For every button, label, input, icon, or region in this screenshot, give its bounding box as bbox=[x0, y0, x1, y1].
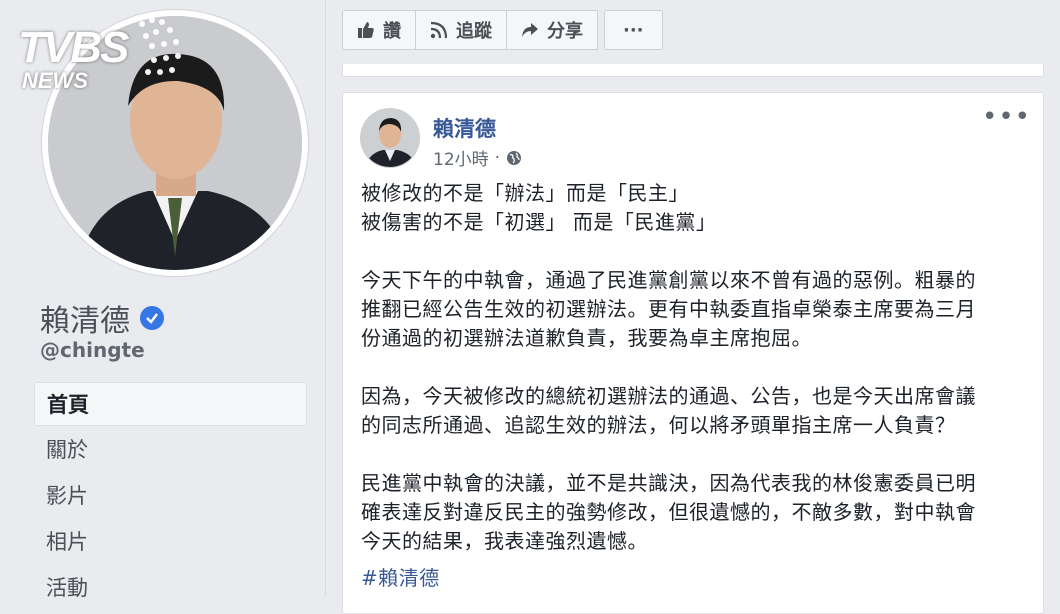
post-line: 推翻已經公告生效的初選辦法。更有中執委直指卓榮泰主席要為三月 bbox=[361, 297, 976, 321]
post-options-icon[interactable]: ••• bbox=[982, 104, 1031, 130]
like-button[interactable]: 讚 bbox=[342, 10, 416, 50]
post-body: 被修改的不是「辦法」而是「民主」 被傷害的不是「初選」 而是「民進黨」 今天下午… bbox=[361, 179, 1031, 593]
author-photo-icon bbox=[361, 109, 419, 167]
post-line: 今天的結果，我表達強烈遺憾。 bbox=[361, 529, 648, 553]
profile-name-row: 賴清德 bbox=[40, 296, 164, 340]
rss-icon bbox=[430, 21, 448, 39]
post-author-name[interactable]: 賴清德 bbox=[433, 113, 496, 143]
profile-nav: 首頁 關於 影片 相片 活動 bbox=[34, 382, 307, 610]
post-line: 被傷害的不是「初選」 而是「民進黨」 bbox=[361, 210, 717, 234]
nav-item-photos[interactable]: 相片 bbox=[34, 518, 307, 564]
thumbs-up-icon bbox=[358, 22, 374, 38]
post-line: 因為，今天被修改的總統初選辦法的通過、公告，也是今天出席會議 bbox=[361, 384, 976, 408]
profile-handle[interactable]: @chingte bbox=[40, 338, 145, 362]
post-line: 的同志所通過、追認生效的辦法，何以將矛頭單指主席一人負責？ bbox=[361, 413, 956, 437]
page-action-bar: 讚 追蹤 分享 ··· bbox=[342, 10, 663, 50]
logo-dots-icon bbox=[139, 17, 181, 75]
post-line: 今天下午的中執會，通過了民進黨創黨以來不曾有過的惡例。粗暴的 bbox=[361, 268, 976, 292]
follow-button[interactable]: 追蹤 bbox=[415, 10, 507, 50]
post-author-avatar[interactable] bbox=[361, 109, 419, 167]
post-paragraph: 今天下午的中執會，通過了民進黨創黨以來不曾有過的惡例。粗暴的 推翻已經公告生效的… bbox=[361, 266, 1031, 353]
share-arrow-icon bbox=[522, 23, 538, 37]
meta-separator: · bbox=[494, 147, 501, 168]
post-hashtag[interactable]: #賴清德 bbox=[361, 566, 440, 590]
nav-item-home[interactable]: 首頁 bbox=[34, 382, 307, 426]
post-timestamp[interactable]: 12小時 bbox=[433, 145, 489, 170]
share-label: 分享 bbox=[547, 21, 583, 42]
share-button[interactable]: 分享 bbox=[506, 10, 598, 50]
tvbs-logo-subtext: NEWS bbox=[22, 68, 88, 93]
like-label: 讚 bbox=[383, 21, 401, 42]
post-paragraph: 民進黨中執會的決議，並不是共識決，因為代表我的林俊憲委員已明 確表達反對違反民主… bbox=[361, 469, 1031, 556]
previous-card-edge bbox=[342, 64, 1044, 77]
post-line: 確表達反對違反民主的強勢修改，但很遺憾的，不敵多數，對中執會 bbox=[361, 500, 976, 524]
post-line: 份通過的初選辦法道歉負責，我要為卓主席抱屈。 bbox=[361, 326, 812, 350]
post-line: 被修改的不是「辦法」而是「民主」 bbox=[361, 181, 689, 205]
post-line: 民進黨中執會的決議，並不是共識決，因為代表我的林俊憲委員已明 bbox=[361, 471, 976, 495]
nav-item-videos[interactable]: 影片 bbox=[34, 472, 307, 518]
tvbs-logo-text: TVBS bbox=[18, 23, 129, 72]
nav-item-events[interactable]: 活動 bbox=[34, 564, 307, 610]
verified-badge-icon bbox=[140, 306, 164, 330]
tvbs-logo: TVBS NEWS bbox=[18, 14, 181, 96]
globe-icon[interactable] bbox=[506, 150, 522, 166]
post-paragraph: 因為，今天被修改的總統初選辦法的通過、公告，也是今天出席會議 的同志所通過、追認… bbox=[361, 382, 1031, 440]
post-card: 賴清德 12小時 · ••• 被修改的不是「辦法」而是「民主」 被傷害的不是「初… bbox=[342, 92, 1044, 614]
follow-label: 追蹤 bbox=[456, 21, 492, 42]
post-paragraph: 被修改的不是「辦法」而是「民主」 被傷害的不是「初選」 而是「民進黨」 bbox=[361, 179, 1031, 237]
nav-item-about[interactable]: 關於 bbox=[34, 426, 307, 472]
profile-name[interactable]: 賴清德 bbox=[40, 296, 130, 340]
post-meta: 12小時 · bbox=[433, 145, 522, 170]
left-column: TVBS NEWS 賴清德 @chingte 首頁 關於 影片 相片 活動 bbox=[0, 0, 326, 600]
more-options-button[interactable]: ··· bbox=[604, 10, 663, 50]
